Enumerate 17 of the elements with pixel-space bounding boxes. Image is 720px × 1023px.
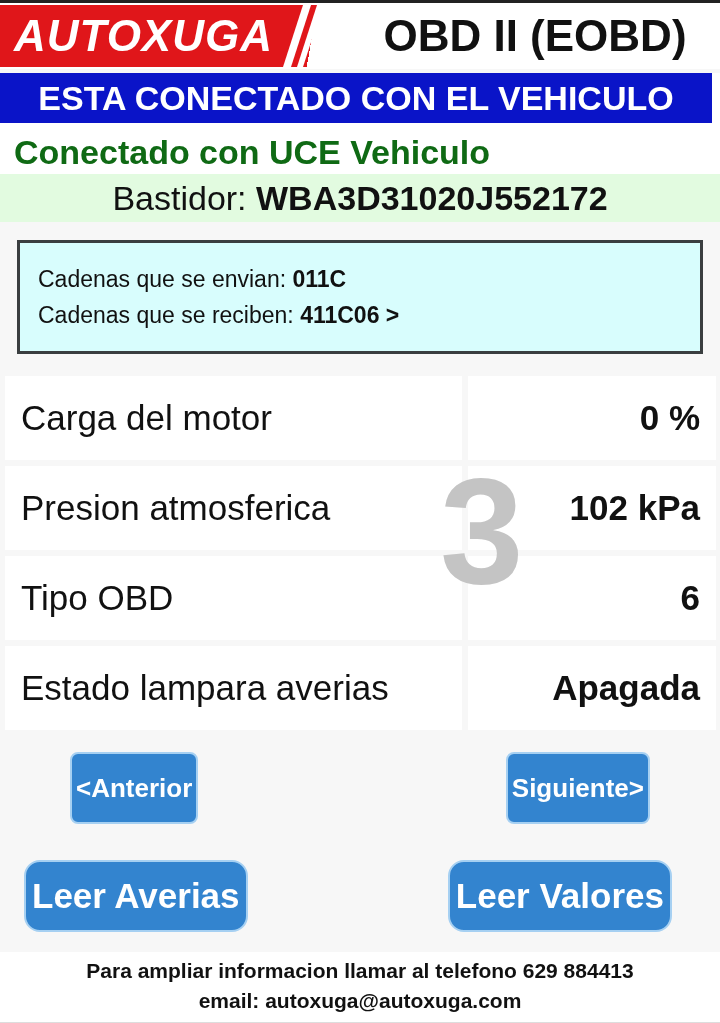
string-line: Cadenas que se reciben: 411C06 > <box>38 301 401 330</box>
app-title: OBD II (EOBD) <box>382 11 688 61</box>
contact-text: Para ampliar informacion llamar al telefono 629 884413 <box>85 958 635 984</box>
logo-text: AUTOXUGA <box>12 11 273 61</box>
nav-button[interactable]: <Anterior <box>70 752 199 824</box>
vin-text: Bastidor: WBA3D31020J552172 <box>0 174 720 222</box>
parameter-name: Estado lampara averias <box>5 646 462 730</box>
parameter-value: 0 % <box>468 376 716 460</box>
read-button[interactable]: Leer Averias <box>24 860 248 932</box>
connection-banner: ESTA CONECTADO CON EL VEHICULO <box>0 73 720 123</box>
parameter-value: Apagada <box>468 646 716 730</box>
status-text: Conectado con UCE Vehiculo <box>0 123 720 174</box>
read-button[interactable]: Leer Valores <box>447 860 672 932</box>
string-line: Cadenas que se envian: 011C <box>38 265 348 294</box>
nav-button[interactable]: Siguiente> <box>505 752 650 824</box>
parameter-name: Carga del motor <box>5 376 462 460</box>
contact-text: email: autoxuga@autoxuga.com <box>197 988 523 1014</box>
